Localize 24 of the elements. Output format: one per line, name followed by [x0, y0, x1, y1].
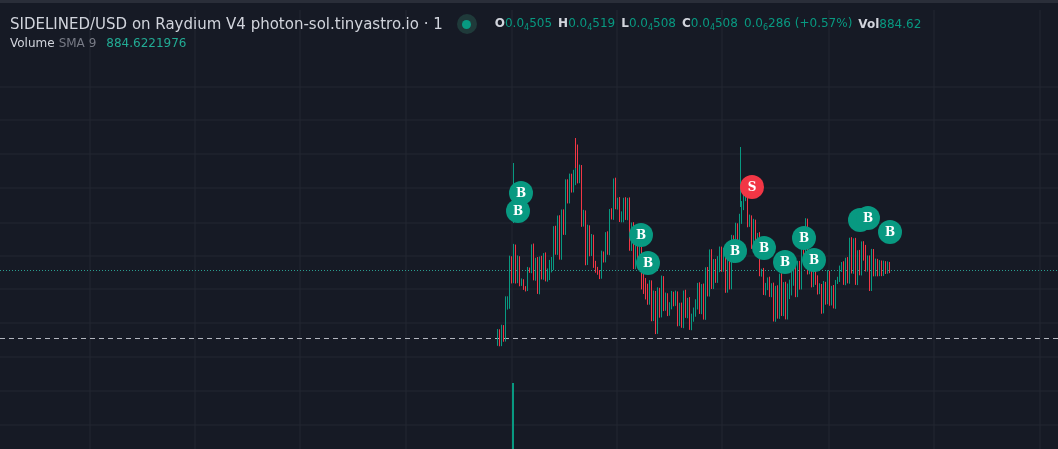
price-change: 0.0$_{6}$286 (+0.57%) [743, 15, 853, 33]
buy-marker: B [802, 248, 826, 272]
ohlc-label: O [494, 15, 505, 30]
ohlc-label: L [621, 15, 629, 30]
volume-label: Vol [858, 17, 880, 31]
buy-marker: B [752, 236, 776, 260]
ohlc-label: C [681, 15, 691, 30]
indicator-params: SMA 9 [58, 36, 97, 50]
buy-marker: B [723, 239, 747, 263]
indicator-value: 884.6221976 [106, 36, 187, 50]
buy-marker: B [636, 251, 660, 275]
buy-marker: B [792, 226, 816, 250]
ohlc-value: 0.0$_{4}$508 [690, 15, 738, 33]
indicator-name: Volume [10, 36, 55, 50]
ohlc-label: H [558, 15, 569, 30]
buy-marker: B [878, 220, 902, 244]
sell-marker: S [740, 175, 764, 199]
ohlc-value: 0.0$_{4}$508 [628, 15, 676, 33]
symbol-title: SIDELINED/USD on Raydium V4 photon-sol.tinyastro.io · 1 [10, 15, 443, 33]
ohlc-value: 0.0$_{4}$519 [568, 15, 616, 33]
volume-value: 884.62 [879, 17, 922, 31]
buy-marker: B [506, 199, 530, 223]
buy-marker: B [773, 250, 797, 274]
ohlc-value: 0.0$_{4}$505 [505, 15, 553, 33]
